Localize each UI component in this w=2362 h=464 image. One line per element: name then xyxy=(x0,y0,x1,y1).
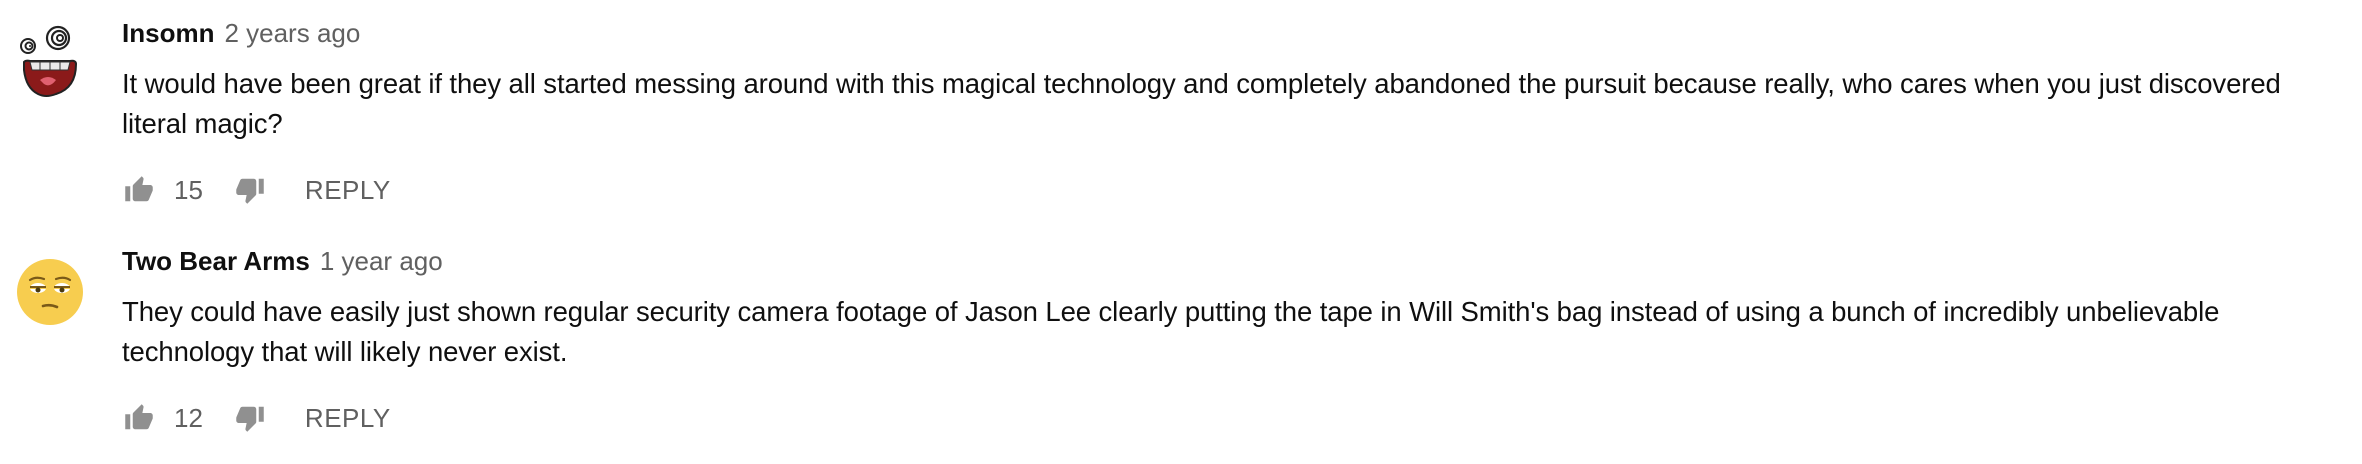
dizzy-mouth-face-icon[interactable] xyxy=(16,18,84,108)
comment-time[interactable]: 2 years ago xyxy=(224,18,360,49)
like-count: 15 xyxy=(174,174,203,205)
comment-actions: 12 REPLY xyxy=(122,400,2352,436)
unamused-face-emoji-icon[interactable] xyxy=(16,258,84,348)
comment-header: Two Bear Arms 1 year ago xyxy=(122,246,2352,282)
author-name[interactable]: Insomn xyxy=(122,18,214,49)
thumbs-down-icon[interactable] xyxy=(233,173,267,207)
comment-actions: 15 REPLY xyxy=(122,172,2352,208)
thumbs-up-icon[interactable] xyxy=(122,173,156,207)
reply-button[interactable]: REPLY xyxy=(305,175,391,206)
comment-header: Insomn 2 years ago xyxy=(122,18,2352,54)
thumbs-up-icon[interactable] xyxy=(122,401,156,435)
like-count: 12 xyxy=(174,402,203,433)
author-name[interactable]: Two Bear Arms xyxy=(122,246,310,277)
comment-body: Two Bear Arms 1 year ago They could have… xyxy=(122,246,2352,436)
comment-text: They could have easily just shown regula… xyxy=(122,296,2220,367)
comment-text: It would have been great if they all sta… xyxy=(122,68,2281,139)
comment-body: Insomn 2 years ago It would have been gr… xyxy=(122,18,2352,208)
reply-button[interactable]: REPLY xyxy=(305,403,391,434)
thumbs-down-icon[interactable] xyxy=(233,401,267,435)
comment-time[interactable]: 1 year ago xyxy=(320,246,443,277)
